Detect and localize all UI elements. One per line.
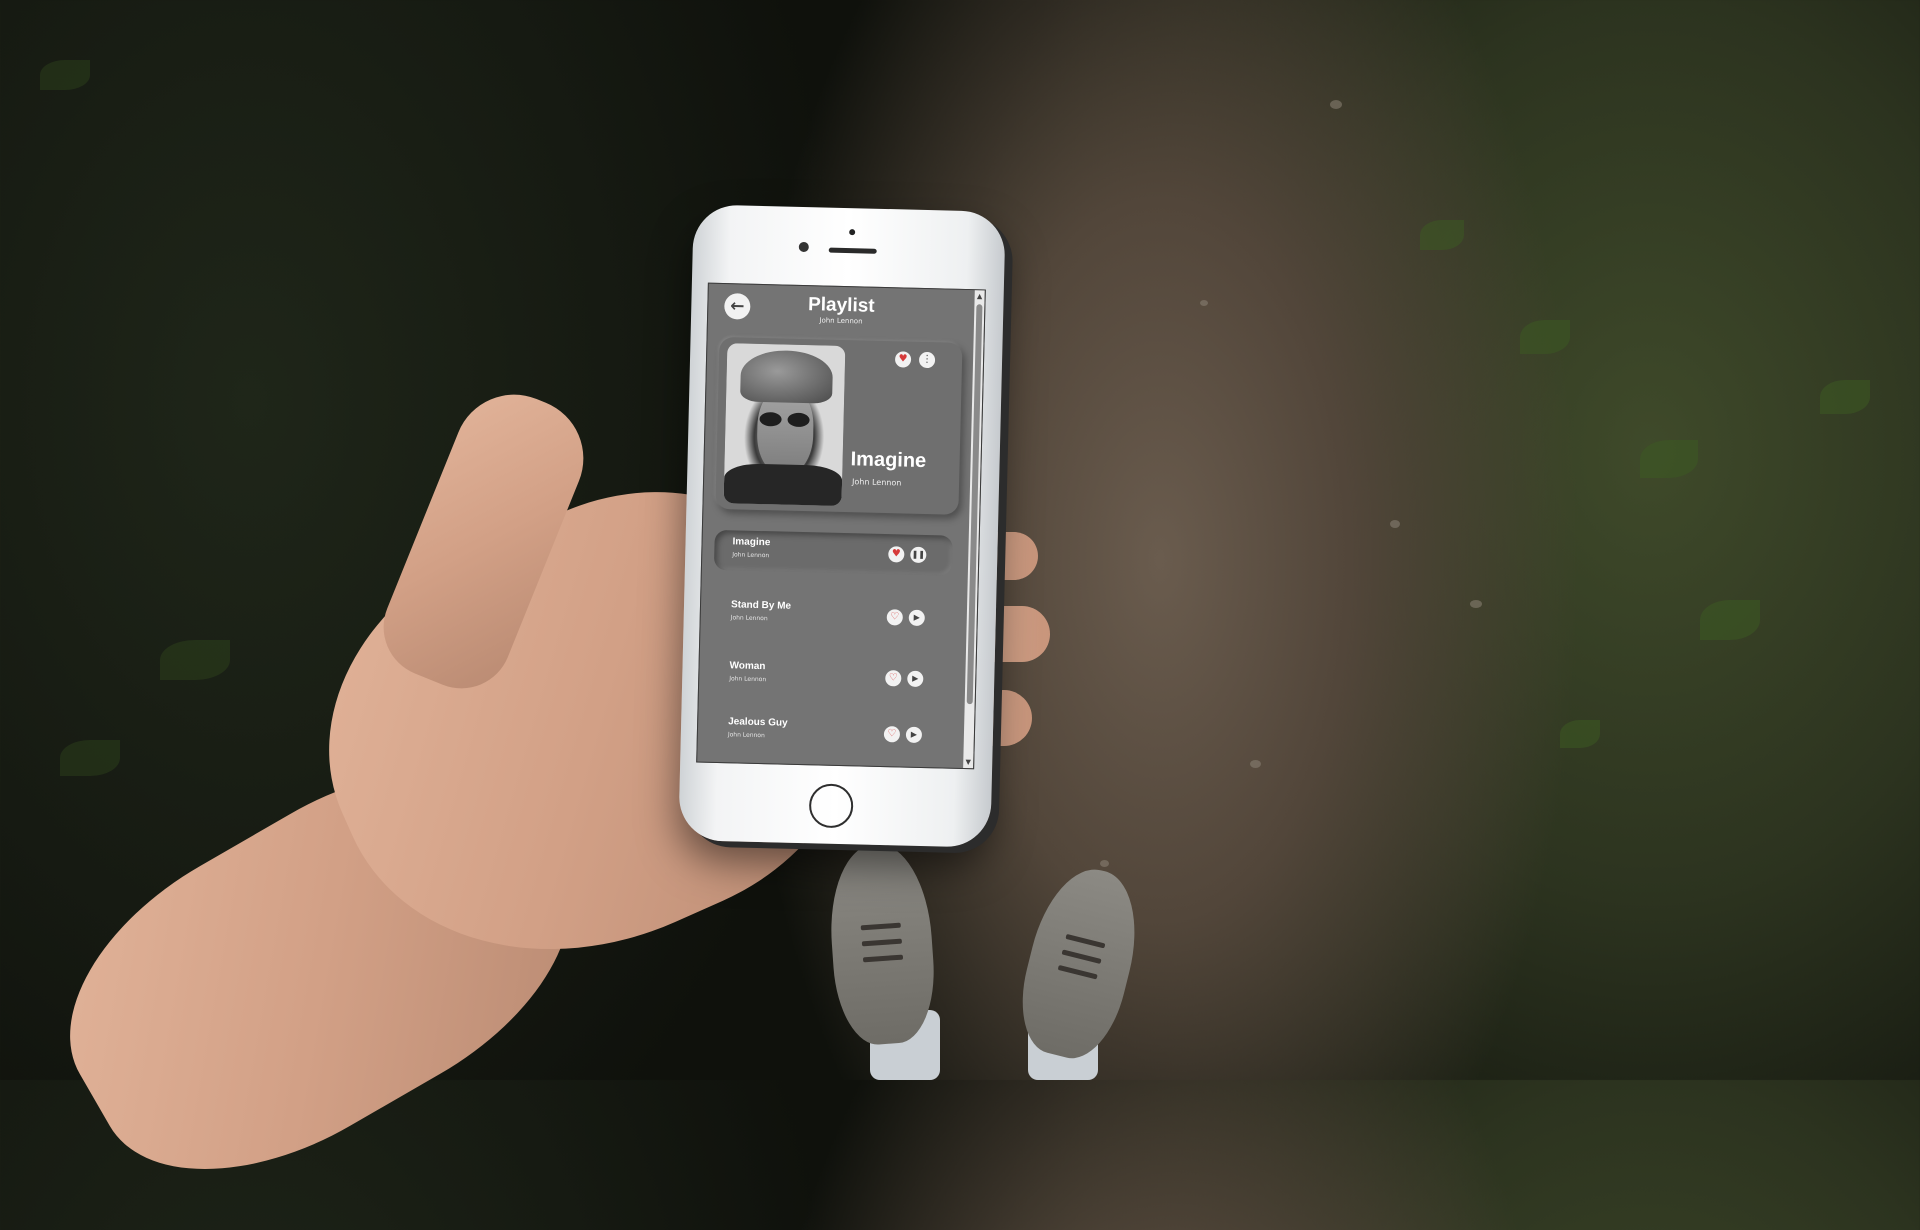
pebble <box>1100 860 1109 867</box>
pebble <box>1200 300 1208 306</box>
song-row[interactable]: Woman John Lennon ♡ ▶ <box>711 654 950 700</box>
now-playing-title: Imagine <box>850 448 927 473</box>
front-sensor <box>849 229 856 236</box>
favorite-button[interactable]: ♥ <box>888 546 905 563</box>
shoe-lace <box>860 922 901 931</box>
earpiece-speaker <box>828 247 877 254</box>
app-screen: ← Playlist John Lennon ♥ ⋮ Imagine John … <box>696 282 986 770</box>
scroll-up-icon[interactable]: ▲ <box>976 292 984 300</box>
pebble <box>1330 100 1342 109</box>
artist-coat <box>723 463 843 506</box>
scroll-thumb[interactable] <box>966 304 983 705</box>
leaf <box>160 640 230 680</box>
song-row[interactable]: Jealous Guy John Lennon ♡ ▶ <box>709 710 948 756</box>
shoe-lace <box>861 938 903 947</box>
song-row[interactable]: Stand By Me John Lennon ♡ ▶ <box>712 593 951 639</box>
leaf <box>60 740 120 776</box>
leaf <box>40 60 90 90</box>
song-title: Woman <box>729 660 766 673</box>
song-artist: John Lennon <box>727 731 765 740</box>
phone: ← Playlist John Lennon ♥ ⋮ Imagine John … <box>678 204 1006 848</box>
shoe-lace <box>1065 933 1106 949</box>
home-button[interactable] <box>808 783 854 829</box>
glasses-left <box>759 411 782 427</box>
leaf <box>1560 720 1600 748</box>
heart-icon: ♥ <box>898 353 908 365</box>
pebble <box>1470 600 1482 608</box>
song-row[interactable]: Imagine John Lennon ♥ ❚❚ <box>713 529 953 576</box>
heart-icon: ♥ <box>891 548 901 560</box>
pebble <box>1390 520 1400 528</box>
album-art <box>723 343 846 506</box>
shoe-lace <box>862 954 904 963</box>
pause-button[interactable]: ❚❚ <box>910 546 927 564</box>
leaf <box>1640 440 1698 478</box>
song-artist: John Lennon <box>729 675 767 684</box>
shoe-lace <box>1057 964 1098 980</box>
play-button[interactable]: ▶ <box>908 609 925 627</box>
shoe-lace <box>1061 949 1102 964</box>
play-icon: ▶ <box>913 612 920 622</box>
favorite-button[interactable]: ♡ <box>886 609 903 626</box>
pebble <box>1250 760 1261 768</box>
leaf <box>1420 220 1464 250</box>
scrollbar[interactable]: ▲ ▼ <box>963 290 985 769</box>
heart-outline-icon: ♡ <box>888 672 898 684</box>
more-vertical-icon: ⋮ <box>921 353 933 366</box>
heart-outline-icon: ♡ <box>890 611 900 623</box>
leaf <box>1700 600 1760 640</box>
play-icon: ▶ <box>910 729 918 739</box>
artist-cap <box>740 349 834 404</box>
more-options-button[interactable]: ⋮ <box>918 351 936 369</box>
play-button[interactable]: ▶ <box>907 670 924 688</box>
play-icon: ▶ <box>912 673 919 683</box>
favorite-button[interactable]: ♡ <box>883 726 901 743</box>
leaf <box>1820 380 1870 414</box>
front-camera <box>798 241 809 253</box>
scroll-down-icon[interactable]: ▼ <box>964 758 972 766</box>
pause-icon: ❚❚ <box>911 549 926 560</box>
play-button[interactable]: ▶ <box>905 726 923 744</box>
now-playing-card: ♥ ⋮ Imagine John Lennon <box>715 336 963 515</box>
heart-outline-icon: ♡ <box>887 728 897 740</box>
song-title: Jealous Guy <box>728 716 788 729</box>
song-title: Imagine <box>732 536 771 549</box>
song-artist: John Lennon <box>730 614 768 623</box>
left-shoe <box>825 840 939 1048</box>
right-shoe <box>1008 858 1152 1068</box>
song-artist: John Lennon <box>732 551 770 560</box>
song-title: Stand By Me <box>730 599 792 612</box>
leaf <box>1520 320 1570 354</box>
favorite-button[interactable]: ♥ <box>894 351 912 368</box>
now-playing-artist: John Lennon <box>851 477 902 488</box>
favorite-button[interactable]: ♡ <box>885 670 902 687</box>
